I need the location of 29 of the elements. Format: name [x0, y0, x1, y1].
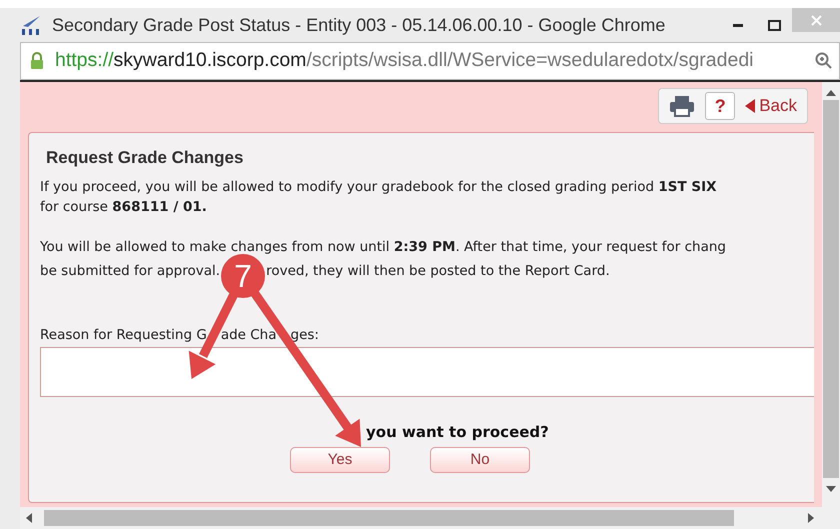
scroll-left-icon[interactable]	[26, 513, 32, 523]
paragraph-line: If you proceed, you will be allowed to modify your gradebook for the closed grading period 1ST SIX	[40, 178, 717, 196]
close-icon	[810, 14, 822, 26]
lock-icon	[29, 52, 45, 70]
back-button[interactable]: Back	[745, 93, 797, 119]
dialog-title: Request Grade Changes	[45, 147, 244, 169]
window-title: Secondary Grade Post Status - Entity 003 - 05.14.06.00.10 - Google Chrome	[52, 14, 666, 37]
field-label: Reason for Requesting G	[40, 326, 207, 344]
paragraph-line: for course 868111 / 01.	[40, 198, 207, 216]
minimize-icon	[733, 24, 743, 26]
field-label: ges:	[290, 326, 319, 344]
printer-icon[interactable]	[669, 95, 696, 117]
question-text: you want to proceed?	[366, 422, 549, 442]
reason-input-field[interactable]	[40, 346, 814, 396]
scroll-up-icon[interactable]	[826, 90, 836, 96]
scroll-down-icon[interactable]	[826, 486, 836, 492]
scroll-right-icon[interactable]	[808, 513, 814, 523]
zoom-icon[interactable]	[815, 52, 833, 70]
maximize-icon	[768, 20, 780, 30]
vertical-scrollbar-thumb[interactable]	[823, 100, 839, 478]
dialog-button[interactable]: Yes	[290, 447, 390, 473]
horizontal-scrollbar-thumb[interactable]	[44, 510, 734, 526]
field-label: ade Cha	[220, 326, 277, 344]
back-arrow-icon	[745, 99, 756, 113]
dialog-button[interactable]: No	[430, 447, 530, 473]
help-button[interactable]: ?	[705, 92, 736, 120]
paragraph-line: You will be allowed to make changes from now until 2:39 PM. After that time, your request for chang	[40, 238, 726, 256]
paragraph-text: be submitted for approval.	[40, 262, 220, 280]
paragraph-text: roved, they will then be posted to the Report Card.	[266, 262, 610, 280]
